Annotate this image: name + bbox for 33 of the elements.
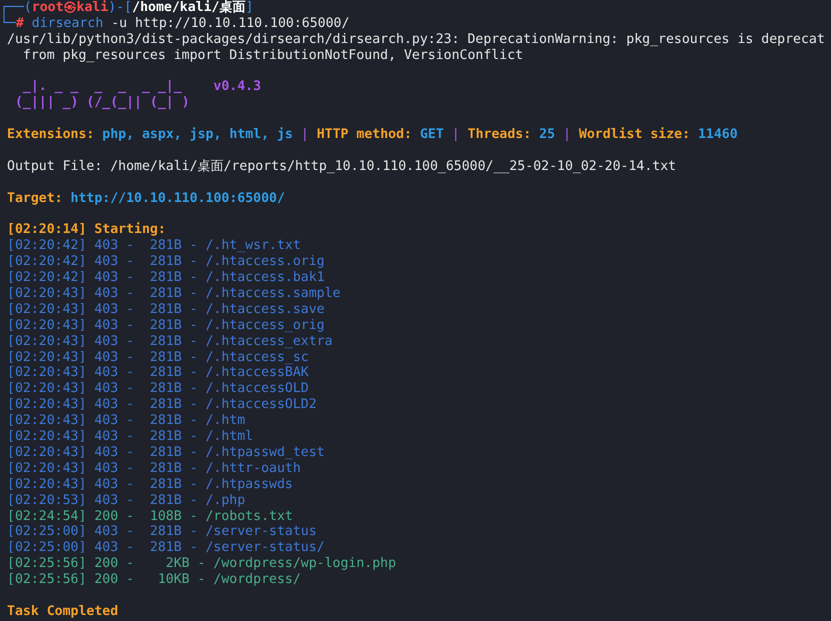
result-line: [02:20:53] 403 - 281B - /.php <box>6 492 246 508</box>
result-line: [02:20:43] 403 - 281B - /.htaccessOLD2 <box>6 397 317 414</box>
result-line: [02:20:43] 403 - 281B - /.htaccess.save <box>6 302 325 318</box>
result-line: [02:20:42] 403 - 281B - /.htaccess.orig <box>6 254 325 270</box>
result-line: [02:20:43] 403 - 281B - /.htaccess.sample <box>6 286 340 302</box>
starting-line: [02:20:14] Starting: <box>6 222 166 238</box>
result-line: [02:20:43] 403 - 281B - /.htaccess_extra <box>6 334 333 350</box>
warning-line: /usr/lib/python3/dist-packages/dirsearch/dirsearch.py:23: DeprecationWarning: pkg_resources is deprecat <box>6 32 825 48</box>
result-line: [02:25:00] 403 - 281B - /server-status <box>6 524 317 540</box>
result-line: [02:25:56] 200 - 10KB - /wordpress/ <box>6 572 301 588</box>
result-line: [02:20:42] 403 - 281B - /.htaccess.bak1 <box>6 270 325 286</box>
banner-art: (_||| _) (/_(_|| (_| ) <box>14 95 190 112</box>
result-line: [02:20:43] 403 - 281B - /.htaccess_sc <box>6 350 309 366</box>
result-line: [02:20:43] 403 - 281B - /.htaccessBAK <box>6 365 309 382</box>
result-line: [02:24:54] 200 - 108B - /robots.txt <box>6 508 293 524</box>
target-line: Target: http://10.10.110.100:65000/ <box>6 190 285 207</box>
result-line: [02:25:00] 403 - 281B - /server-status/ <box>6 540 325 556</box>
result-line: [02:20:43] 403 - 281B - /.htaccessOLD <box>6 381 309 398</box>
task-completed-line: Task Completed <box>6 604 118 620</box>
result-line: [02:20:43] 403 - 281B - /.htpasswds <box>6 476 293 493</box>
warning-line: from pkg_resources import DistributionNotFound, VersionConflict <box>22 48 524 64</box>
result-line: [02:20:43] 403 - 281B - /.httr-oauth <box>6 460 301 477</box>
config-line: Extensions: php, aspx, jsp, html, js | HTTP method: GET | Threads: 25 | Wordlist size: 11460 <box>6 127 738 144</box>
result-line: [02:20:43] 403 - 281B - /.htpasswd_test <box>6 444 325 461</box>
prompt-line: ┌──(root㉿kali)-[/home/kali/桌面] <box>0 0 254 15</box>
banner-art: _|. _ _ _ _ _ _|_ v0.4.3 <box>22 79 262 96</box>
result-line: [02:20:43] 403 - 281B - /.htm <box>6 413 246 430</box>
command-line: └─# dirsearch -u http://10.10.110.100:65000/ <box>0 16 350 32</box>
result-line: [02:20:42] 403 - 281B - /.ht_wsr.txt <box>6 238 301 254</box>
output-file-line: Output File: /home/kali/桌面/reports/http_10.10.110.100_65000/__25-02-10_02-20-14.txt <box>6 158 676 175</box>
result-line: [02:20:43] 403 - 281B - /.htaccess_orig <box>6 318 325 334</box>
result-line: [02:25:56] 200 - 2KB - /wordpress/wp-login.php <box>6 556 396 572</box>
result-line: [02:20:43] 403 - 281B - /.html <box>6 429 254 445</box>
